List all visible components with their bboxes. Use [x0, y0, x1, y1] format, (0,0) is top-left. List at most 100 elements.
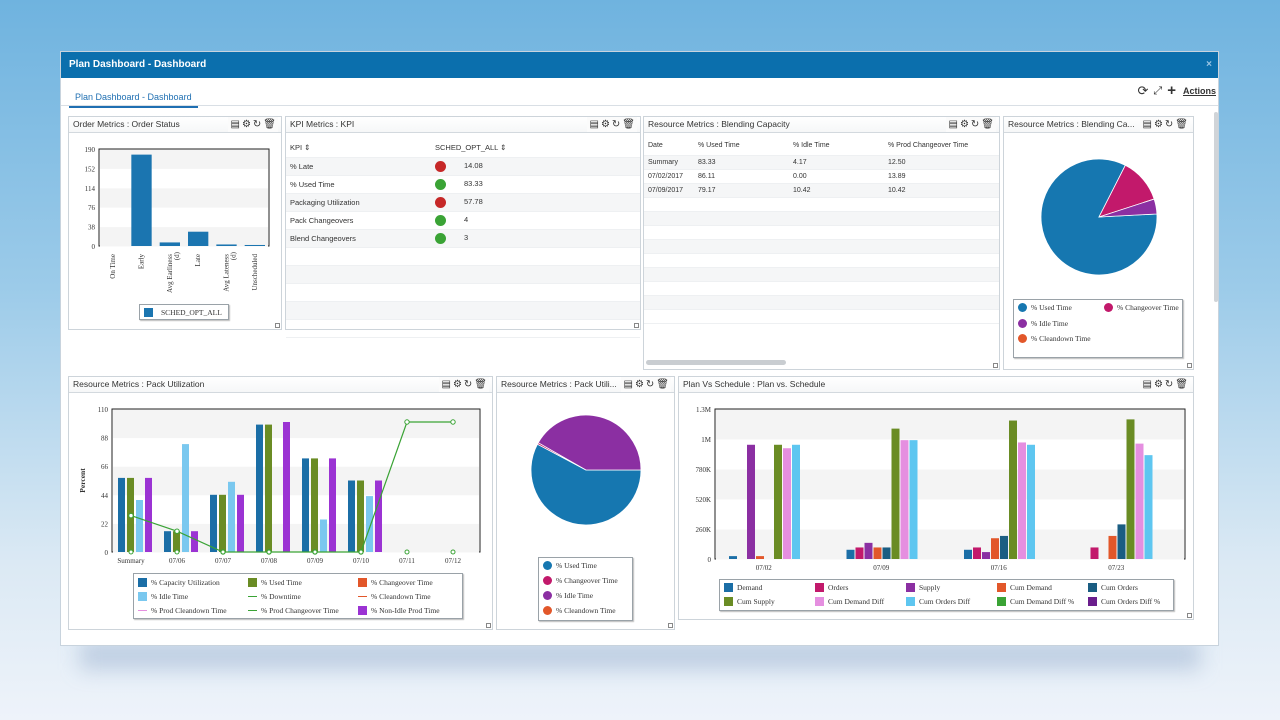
table-cell: 79.17: [694, 183, 789, 198]
resize-handle[interactable]: [275, 323, 280, 328]
close-icon[interactable]: ×: [1206, 52, 1212, 78]
grid-band: [113, 466, 479, 496]
table-cell: 10.42: [884, 183, 999, 198]
refresh-icon[interactable]: ⟳: [1138, 84, 1149, 98]
bar: [173, 531, 180, 552]
gear-icon[interactable]: ⚙: [960, 119, 971, 130]
column-header-kpi-label: KPI: [290, 143, 303, 153]
gear-icon[interactable]: ⚙: [1154, 119, 1165, 130]
reload-icon[interactable]: ↻: [464, 379, 474, 390]
y-tick-label: 88: [101, 435, 109, 443]
legend-item: % Idle Time: [138, 592, 188, 601]
kpi-name-cell: Pack Changeovers: [286, 211, 431, 230]
bar: [244, 244, 265, 246]
bar: [873, 547, 882, 559]
export-icon[interactable]: ▤: [441, 379, 452, 390]
legend-item: % Changeover Time: [358, 578, 433, 587]
trash-icon[interactable]: 🗑: [981, 119, 996, 130]
trash-icon[interactable]: 🗑: [1175, 379, 1190, 390]
legend-item: Cum Demand Diff: [815, 597, 884, 606]
kpi-name-cell: Blend Changeovers: [286, 229, 431, 248]
gear-icon[interactable]: ⚙: [1154, 379, 1165, 390]
column-header[interactable]: % Used Time: [694, 137, 789, 156]
table-row: [644, 309, 999, 324]
trash-icon[interactable]: 🗑: [656, 379, 671, 390]
column-header[interactable]: % Idle Time: [789, 137, 884, 156]
legend-swatch: [248, 610, 257, 611]
x-tick-label: 07/07: [215, 557, 231, 565]
reload-icon[interactable]: ↻: [253, 119, 263, 130]
bar: [783, 448, 791, 559]
reload-icon[interactable]: ↻: [971, 119, 981, 130]
legend-label: % Cleandown Time: [1031, 334, 1091, 343]
trash-icon[interactable]: 🗑: [263, 119, 278, 130]
bar: [1009, 420, 1017, 559]
resize-handle[interactable]: [1187, 613, 1192, 618]
resize-handle[interactable]: [634, 323, 639, 328]
legend-label: % Cleandown Time: [371, 592, 431, 601]
export-icon[interactable]: ▤: [230, 119, 241, 130]
y-tick-label: 44: [101, 492, 109, 500]
resize-handle[interactable]: [668, 623, 673, 628]
resize-handle[interactable]: [993, 363, 998, 368]
kpi-name-cell: Packaging Utilization: [286, 193, 431, 212]
bar: [348, 480, 355, 552]
reload-icon[interactable]: ↻: [612, 119, 622, 130]
bar: [774, 444, 782, 559]
bar: [256, 424, 263, 552]
y-tick-label: 66: [101, 463, 109, 471]
reload-icon[interactable]: ↻: [646, 379, 656, 390]
bar: [320, 519, 327, 552]
actions-link[interactable]: Actions: [1183, 86, 1216, 96]
export-icon[interactable]: ▤: [1142, 119, 1153, 130]
add-icon[interactable]: +: [1167, 83, 1176, 98]
column-header-kpi[interactable]: KPI ⇕: [286, 139, 431, 158]
gear-icon[interactable]: ⚙: [635, 379, 646, 390]
resize-handle[interactable]: [486, 623, 491, 628]
line-point: [358, 549, 364, 555]
trash-icon[interactable]: 🗑: [1175, 119, 1190, 130]
column-header[interactable]: Date: [644, 137, 694, 156]
table-row: [644, 267, 999, 282]
table-cell: [644, 309, 694, 324]
grid-band: [100, 149, 268, 169]
panel-icons: ▤⚙↻🗑: [946, 117, 996, 132]
gear-icon[interactable]: ⚙: [453, 379, 464, 390]
export-icon[interactable]: ▤: [1142, 379, 1153, 390]
gear-icon[interactable]: ⚙: [242, 119, 253, 130]
reload-icon[interactable]: ↻: [1165, 379, 1175, 390]
legend-label: % Capacity Utilization: [151, 578, 220, 587]
export-icon[interactable]: ▤: [948, 119, 959, 130]
y-tick-label: 0: [105, 549, 109, 557]
gear-icon[interactable]: ⚙: [601, 119, 612, 130]
y-tick-label: 152: [85, 165, 96, 173]
legend-swatch: [358, 606, 367, 615]
kpi-value-cell: [431, 247, 640, 266]
column-header-sched[interactable]: SCHED_OPT_ALL ⇕: [431, 139, 640, 158]
legend-swatch: [997, 597, 1006, 606]
vertical-scrollbar[interactable]: [1214, 112, 1218, 302]
line-point: [266, 549, 272, 555]
bar: [118, 477, 125, 552]
bar: [900, 440, 909, 559]
reload-icon[interactable]: ↻: [1165, 119, 1175, 130]
legend-swatch: [138, 578, 147, 587]
kpi-value: 14.08: [464, 160, 483, 170]
trash-icon[interactable]: 🗑: [622, 119, 637, 130]
resize-handle[interactable]: [1187, 363, 1192, 368]
export-icon[interactable]: ▤: [623, 379, 634, 390]
table-cell: [789, 281, 884, 296]
expand-icon[interactable]: ⤢: [1153, 84, 1162, 98]
bar: [145, 477, 152, 552]
line-point: [404, 549, 410, 555]
trash-icon[interactable]: 🗑: [474, 379, 489, 390]
horizontal-scrollbar[interactable]: [646, 360, 786, 365]
bar: [973, 547, 981, 559]
legend-swatch: [906, 597, 915, 606]
column-header[interactable]: % Prod Changeover Time: [884, 137, 999, 156]
x-tick-label: 07/08: [261, 557, 277, 565]
bar: [219, 494, 226, 552]
legend-swatch: [1018, 303, 1027, 312]
export-icon[interactable]: ▤: [589, 119, 600, 130]
tab-plan-dashboard[interactable]: Plan Dashboard - Dashboard: [69, 90, 198, 108]
